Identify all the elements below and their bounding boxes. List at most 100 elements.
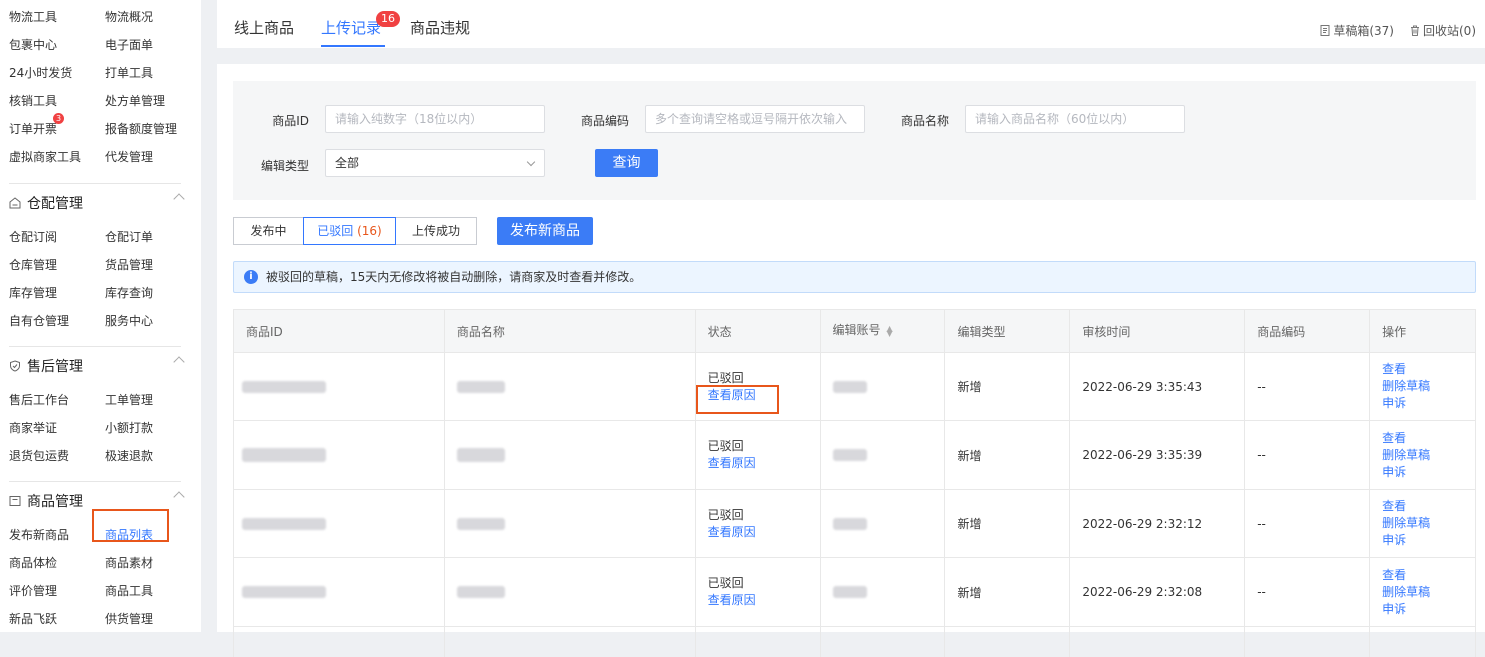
sidebar-item[interactable]: 包裹中心 (9, 31, 105, 59)
recycle-bin-link[interactable]: 回收站(0) (1410, 22, 1476, 39)
sidebar-item-verify-tools[interactable]: 核销工具 (9, 87, 105, 115)
actions-cell: 查看 删除草稿 申诉 (1370, 490, 1477, 557)
header-edit-account[interactable]: 编辑账号 ▲ ▼ (821, 310, 946, 352)
sidebar-item[interactable]: 仓库管理 (9, 251, 105, 279)
sidebar-item-invoice[interactable]: 订单开票 3 (9, 113, 105, 143)
divider (9, 346, 181, 347)
sidebar-item[interactable]: 商品素材 (105, 549, 201, 577)
chevron-up-icon[interactable] (173, 491, 185, 503)
active-tab-underline (321, 45, 385, 47)
appeal-link[interactable]: 申诉 (1382, 601, 1475, 618)
sidebar-item[interactable]: 退货包运费 (9, 442, 105, 470)
sidebar-item[interactable]: 电子面单 (105, 31, 201, 59)
delete-draft-link[interactable]: 删除草稿 (1382, 378, 1475, 395)
redacted-value (832, 449, 867, 461)
tab-product-violations[interactable]: 商品违规 (410, 17, 470, 38)
delete-draft-link[interactable]: 删除草稿 (1382, 447, 1475, 464)
sidebar-item[interactable]: 代发管理 (105, 143, 201, 171)
header-actions: 操作 (1370, 310, 1477, 352)
appeal-link[interactable]: 申诉 (1382, 395, 1475, 412)
notification-badge: 3 (53, 113, 64, 124)
status-text: 已驳回 (707, 370, 744, 385)
redacted-value (832, 517, 867, 530)
status-tab-publishing[interactable]: 发布中 (233, 217, 304, 245)
sidebar-item[interactable]: 打单工具 (105, 59, 201, 87)
product-name-cell (445, 558, 696, 626)
recycle-bin-label: 回收站(0) (1423, 24, 1476, 38)
sidebar-item[interactable]: 售后工作台 (9, 386, 105, 414)
tab-bar: 线上商品 上传记录 16 商品违规 草稿箱(37) 回收站(0) (217, 0, 1485, 48)
product-name-cell (445, 421, 696, 489)
sidebar-item[interactable]: 物流工具 (9, 3, 105, 31)
draft-doc-icon (1320, 25, 1330, 36)
view-link[interactable]: 查看 (1382, 361, 1475, 378)
sidebar-item[interactable]: 商品工具 (105, 577, 201, 605)
view-reason-link[interactable]: 查看原因 (708, 455, 820, 472)
product-code-input[interactable] (645, 105, 865, 133)
sidebar-item[interactable]: 极速退款 (105, 442, 201, 470)
product-id-input[interactable] (325, 105, 545, 133)
actions-cell: 查看 删除草稿 申诉 (1370, 421, 1477, 489)
view-link[interactable]: 查看 (1382, 498, 1475, 515)
sidebar-item[interactable]: 仓配订阅 (9, 223, 105, 251)
product-id-label: 商品ID (272, 114, 309, 128)
redacted-value (832, 586, 867, 598)
edit-type-select[interactable]: 全部 (325, 149, 545, 177)
status-text: 已驳回 (707, 439, 744, 453)
appeal-link[interactable]: 申诉 (1382, 532, 1475, 549)
notice-text: 被驳回的草稿，15天内无修改将被自动删除，请商家及时查看并修改。 (266, 270, 642, 284)
main-area: 线上商品 上传记录 16 商品违规 草稿箱(37) 回收站(0) 商品ID 商品… (217, 0, 1485, 657)
sidebar-section-warehouse[interactable]: 仓配管理 (0, 183, 201, 223)
sidebar-item[interactable]: 小额打款 (105, 414, 201, 442)
sidebar-item[interactable]: 仓配订单 (105, 223, 201, 251)
sidebar-top-group: 物流工具 物流概况 包裹中心 电子面单 24小时发货 打单工具 核销工具 处方单… (0, 0, 201, 171)
view-link[interactable]: 查看 (1382, 430, 1475, 447)
appeal-link[interactable]: 申诉 (1382, 464, 1475, 481)
sidebar-item[interactable]: 工单管理 (105, 386, 201, 414)
sidebar-item[interactable]: 自有仓管理 (9, 307, 105, 335)
chevron-up-icon[interactable] (173, 356, 185, 368)
sidebar-item[interactable]: 商品体检 (9, 549, 105, 577)
warehouse-icon (9, 197, 21, 209)
sidebar-item[interactable]: 新品飞跃 (9, 605, 105, 632)
sidebar-item[interactable]: 库存管理 (9, 279, 105, 307)
sidebar-section-aftersale[interactable]: 售后管理 (0, 346, 201, 386)
sidebar-item[interactable]: 报备额度管理 (105, 115, 201, 143)
sidebar-item[interactable]: 发布新商品 (9, 521, 105, 549)
status-tab-rejected[interactable]: 已驳回 (16) (303, 217, 396, 245)
sidebar-item[interactable]: 库存查询 (105, 279, 201, 307)
publish-new-product-button[interactable]: 发布新商品 (497, 217, 593, 245)
table-row: 已驳回 查看原因 新增 2022-06-29 2:32:12 -- 查看 删除草稿申… (234, 490, 1477, 558)
delete-draft-link[interactable]: 删除草稿 (1382, 515, 1475, 532)
tab-online-products[interactable]: 线上商品 (234, 17, 294, 38)
sidebar-item[interactable]: 24小时发货 (9, 59, 105, 87)
sidebar-item[interactable]: 处方单管理 (105, 87, 201, 115)
product-name-input[interactable] (965, 105, 1185, 133)
tab-upload-records[interactable]: 上传记录 (321, 17, 381, 38)
edit-account-cell (821, 421, 946, 489)
query-button[interactable]: 查询 (595, 149, 658, 177)
edit-type-cell: 新增 (945, 421, 1071, 489)
sidebar-item[interactable]: 服务中心 (105, 307, 201, 335)
product-name-cell (445, 490, 696, 557)
sidebar-item[interactable]: 货品管理 (105, 251, 201, 279)
status-tab-count: (16) (357, 224, 382, 238)
status-tab-success[interactable]: 上传成功 (395, 217, 477, 245)
sidebar-item[interactable]: 虚拟商家工具 (9, 143, 105, 171)
product-id-cell (234, 421, 445, 489)
sidebar-item[interactable]: 物流概况 (105, 3, 201, 31)
delete-draft-link[interactable]: 删除草稿 (1382, 584, 1475, 601)
view-reason-link[interactable]: 查看原因 (708, 592, 820, 609)
divider (9, 183, 181, 184)
product-id-cell (234, 558, 445, 626)
sidebar-item[interactable]: 供货管理 (105, 605, 201, 632)
drafts-link[interactable]: 草稿箱(37) (1320, 22, 1394, 39)
sidebar-item[interactable]: 商家举证 (9, 414, 105, 442)
sidebar-item[interactable]: 评价管理 (9, 577, 105, 605)
view-reason-link[interactable]: 查看原因 (708, 524, 820, 541)
review-time-cell: 2022-06-29 3:35:39 (1070, 421, 1246, 489)
view-link[interactable]: 查看 (1382, 567, 1475, 584)
sort-icon: ▲ ▼ (886, 323, 893, 338)
status-text: 已驳回 (707, 576, 744, 590)
chevron-up-icon[interactable] (173, 193, 185, 205)
